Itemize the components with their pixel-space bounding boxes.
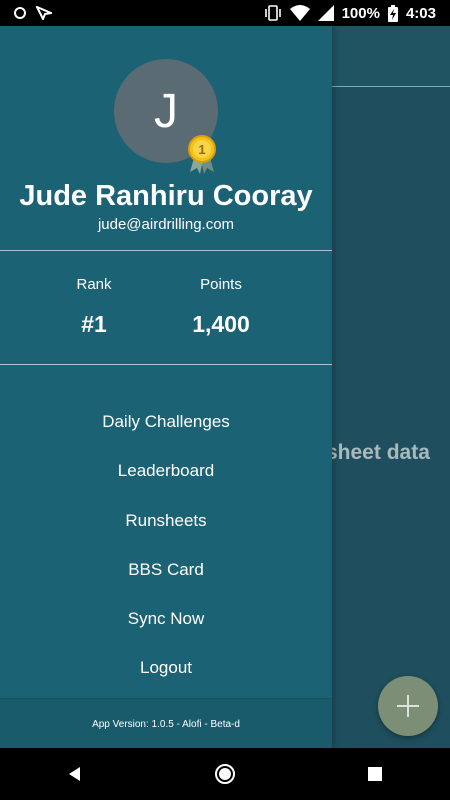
- back-button[interactable]: [55, 754, 95, 794]
- circle-icon: [14, 7, 26, 19]
- user-email: jude@airdrilling.com: [97, 216, 235, 233]
- medal-number: 1: [198, 142, 205, 157]
- menu-item-sync-now[interactable]: Sync Now: [0, 606, 332, 655]
- home-icon: [215, 764, 235, 784]
- clock: 4:03: [405, 4, 436, 22]
- wifi-icon: [289, 5, 310, 21]
- rank-stat: Rank #1: [34, 276, 154, 338]
- system-nav-bar: [0, 748, 450, 800]
- points-label: Points: [200, 276, 242, 293]
- navigation-drawer: J 1 Jude Ranhiru Cooray jude@airdrilling…: [0, 26, 332, 749]
- recents-icon: [368, 767, 382, 781]
- battery-level: 100%: [341, 4, 380, 22]
- battery-charging-icon: [387, 4, 398, 22]
- rank-label: Rank: [76, 276, 112, 293]
- rank-value: #1: [81, 311, 107, 337]
- signal-icon: [317, 5, 334, 21]
- menu-item-daily-challenges[interactable]: Daily Challenges: [0, 409, 332, 458]
- menu-item-runsheets[interactable]: Runsheets: [0, 508, 332, 557]
- add-button[interactable]: [378, 676, 438, 736]
- menu-item-bbs-card[interactable]: BBS Card: [0, 557, 332, 606]
- vibrate-icon: [264, 5, 281, 21]
- status-right: 100% 4:03: [264, 4, 436, 22]
- status-left: [14, 6, 52, 20]
- avatar-initial: J: [154, 84, 178, 138]
- user-name: Jude Ranhiru Cooray: [19, 180, 313, 212]
- rank-medal-icon: 1: [188, 135, 216, 174]
- menu-item-leaderboard[interactable]: Leaderboard: [0, 458, 332, 507]
- drawer-menu: Daily Challenges Leaderboard Runsheets B…: [0, 409, 332, 705]
- recents-button[interactable]: [355, 754, 395, 794]
- plus-icon: [397, 695, 419, 717]
- status-bar: 100% 4:03: [0, 0, 450, 26]
- back-icon: [69, 767, 80, 781]
- home-button[interactable]: [205, 754, 245, 794]
- app-version: App Version: 1.0.5 - Alofi - Beta-d: [92, 718, 240, 730]
- divider-top: [0, 250, 332, 251]
- notification-icon: [36, 6, 52, 20]
- points-value: 1,400: [192, 311, 250, 337]
- version-footer: App Version: 1.0.5 - Alofi - Beta-d: [0, 698, 332, 749]
- background-empty-text: sheet data: [326, 441, 430, 464]
- divider-bottom: [0, 364, 332, 365]
- points-stat: Points 1,400: [161, 276, 281, 338]
